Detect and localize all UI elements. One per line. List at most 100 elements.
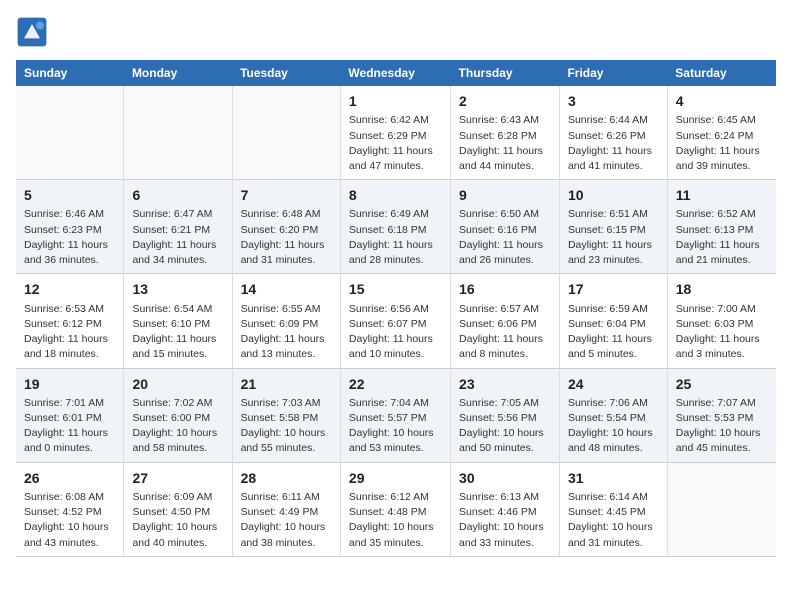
day-number: 26: [24, 468, 115, 488]
calendar-cell: 23Sunrise: 7:05 AM Sunset: 5:56 PM Dayli…: [451, 368, 560, 462]
calendar-cell: 1Sunrise: 6:42 AM Sunset: 6:29 PM Daylig…: [340, 86, 450, 180]
day-info: Sunrise: 6:57 AM Sunset: 6:06 PM Dayligh…: [459, 302, 551, 363]
calendar-cell: 17 Sunrise: 6:59 AM Sunset: 6:04 PM Dayli…: [559, 274, 667, 368]
page-header: [16, 16, 776, 48]
calendar-cell: 16 Sunrise: 6:57 AM Sunset: 6:06 PM Dayli…: [451, 274, 560, 368]
day-number: 29: [349, 468, 442, 488]
calendar-cell: [667, 462, 776, 556]
calendar-cell: 20Sunrise: 7:02 AM Sunset: 6:00 PM Dayli…: [124, 368, 232, 462]
day-info: Sunrise: 7:00 AM Sunset: 6:03 PM Dayligh…: [676, 302, 768, 363]
day-info: Sunrise: 6:11 AM Sunset: 4:49 PM Dayligh…: [241, 490, 332, 551]
weekday-header-monday: Monday: [124, 60, 232, 86]
day-info: Sunrise: 7:06 AM Sunset: 5:54 PM Dayligh…: [568, 396, 659, 457]
calendar-cell: 6Sunrise: 6:47 AM Sunset: 6:21 PM Daylig…: [124, 180, 232, 274]
calendar-cell: 25Sunrise: 7:07 AM Sunset: 5:53 PM Dayli…: [667, 368, 776, 462]
day-info: Sunrise: 7:02 AM Sunset: 6:00 PM Dayligh…: [132, 396, 223, 457]
day-number: 21: [241, 374, 332, 394]
day-info: Sunrise: 7:01 AM Sunset: 6:01 PM Dayligh…: [24, 396, 115, 457]
day-number: 19: [24, 374, 115, 394]
calendar-cell: 9Sunrise: 6:50 AM Sunset: 6:16 PM Daylig…: [451, 180, 560, 274]
day-info: Sunrise: 6:55 AM Sunset: 6:09 PM Dayligh…: [241, 302, 332, 363]
day-number: 31: [568, 468, 659, 488]
calendar-cell: 5Sunrise: 6:46 AM Sunset: 6:23 PM Daylig…: [16, 180, 124, 274]
day-number: 10: [568, 185, 659, 205]
day-number: 23: [459, 374, 551, 394]
day-info: Sunrise: 7:04 AM Sunset: 5:57 PM Dayligh…: [349, 396, 442, 457]
day-number: 1: [349, 91, 442, 111]
day-info: Sunrise: 6:47 AM Sunset: 6:21 PM Dayligh…: [132, 207, 223, 268]
day-number: 14: [241, 279, 332, 299]
day-number: 5: [24, 185, 115, 205]
day-number: 4: [676, 91, 768, 111]
day-number: 20: [132, 374, 223, 394]
calendar-cell: [16, 86, 124, 180]
day-info: Sunrise: 6:56 AM Sunset: 6:07 PM Dayligh…: [349, 302, 442, 363]
day-number: 15: [349, 279, 442, 299]
calendar-cell: 27Sunrise: 6:09 AM Sunset: 4:50 PM Dayli…: [124, 462, 232, 556]
day-number: 28: [241, 468, 332, 488]
calendar-cell: 18 Sunrise: 7:00 AM Sunset: 6:03 PM Dayli…: [667, 274, 776, 368]
day-info: Sunrise: 6:09 AM Sunset: 4:50 PM Dayligh…: [132, 490, 223, 551]
calendar-cell: 8Sunrise: 6:49 AM Sunset: 6:18 PM Daylig…: [340, 180, 450, 274]
calendar-table: SundayMondayTuesdayWednesdayThursdayFrid…: [16, 60, 776, 557]
calendar-cell: 31Sunrise: 6:14 AM Sunset: 4:45 PM Dayli…: [559, 462, 667, 556]
weekday-header-friday: Friday: [559, 60, 667, 86]
day-number: 6: [132, 185, 223, 205]
calendar-cell: 21Sunrise: 7:03 AM Sunset: 5:58 PM Dayli…: [232, 368, 340, 462]
calendar-week-1: 1Sunrise: 6:42 AM Sunset: 6:29 PM Daylig…: [16, 86, 776, 180]
calendar-cell: 13Sunrise: 6:54 AM Sunset: 6:10 PM Dayli…: [124, 274, 232, 368]
day-number: 22: [349, 374, 442, 394]
day-number: 25: [676, 374, 768, 394]
logo-icon: [16, 16, 48, 48]
day-info: Sunrise: 6:54 AM Sunset: 6:10 PM Dayligh…: [132, 302, 223, 363]
calendar-cell: 29Sunrise: 6:12 AM Sunset: 4:48 PM Dayli…: [340, 462, 450, 556]
day-info: Sunrise: 6:45 AM Sunset: 6:24 PM Dayligh…: [676, 113, 768, 174]
day-number: 7: [241, 185, 332, 205]
day-info: Sunrise: 6:43 AM Sunset: 6:28 PM Dayligh…: [459, 113, 551, 174]
calendar-cell: 30Sunrise: 6:13 AM Sunset: 4:46 PM Dayli…: [451, 462, 560, 556]
weekday-header-thursday: Thursday: [451, 60, 560, 86]
day-info: Sunrise: 7:05 AM Sunset: 5:56 PM Dayligh…: [459, 396, 551, 457]
day-info: Sunrise: 6:46 AM Sunset: 6:23 PM Dayligh…: [24, 207, 115, 268]
calendar-cell: 24Sunrise: 7:06 AM Sunset: 5:54 PM Dayli…: [559, 368, 667, 462]
day-info: Sunrise: 6:48 AM Sunset: 6:20 PM Dayligh…: [241, 207, 332, 268]
weekday-header-tuesday: Tuesday: [232, 60, 340, 86]
calendar-cell: [232, 86, 340, 180]
day-info: Sunrise: 6:14 AM Sunset: 4:45 PM Dayligh…: [568, 490, 659, 551]
weekday-header-saturday: Saturday: [667, 60, 776, 86]
calendar-week-5: 26Sunrise: 6:08 AM Sunset: 4:52 PM Dayli…: [16, 462, 776, 556]
day-info: Sunrise: 6:08 AM Sunset: 4:52 PM Dayligh…: [24, 490, 115, 551]
day-number: 18: [676, 279, 768, 299]
calendar-cell: 22Sunrise: 7:04 AM Sunset: 5:57 PM Dayli…: [340, 368, 450, 462]
day-info: Sunrise: 6:44 AM Sunset: 6:26 PM Dayligh…: [568, 113, 659, 174]
day-number: 8: [349, 185, 442, 205]
day-number: 12: [24, 279, 115, 299]
day-number: 17: [568, 279, 659, 299]
day-number: 30: [459, 468, 551, 488]
calendar-cell: 7Sunrise: 6:48 AM Sunset: 6:20 PM Daylig…: [232, 180, 340, 274]
day-info: Sunrise: 6:12 AM Sunset: 4:48 PM Dayligh…: [349, 490, 442, 551]
calendar-cell: 11Sunrise: 6:52 AM Sunset: 6:13 PM Dayli…: [667, 180, 776, 274]
calendar-cell: 28Sunrise: 6:11 AM Sunset: 4:49 PM Dayli…: [232, 462, 340, 556]
day-info: Sunrise: 6:53 AM Sunset: 6:12 PM Dayligh…: [24, 302, 115, 363]
logo: [16, 16, 52, 48]
day-info: Sunrise: 6:50 AM Sunset: 6:16 PM Dayligh…: [459, 207, 551, 268]
calendar-cell: 10Sunrise: 6:51 AM Sunset: 6:15 PM Dayli…: [559, 180, 667, 274]
calendar-cell: 12 Sunrise: 6:53 AM Sunset: 6:12 PM Dayli…: [16, 274, 124, 368]
calendar-cell: 15 Sunrise: 6:56 AM Sunset: 6:07 PM Dayli…: [340, 274, 450, 368]
day-info: Sunrise: 7:07 AM Sunset: 5:53 PM Dayligh…: [676, 396, 768, 457]
day-number: 11: [676, 185, 768, 205]
day-number: 2: [459, 91, 551, 111]
day-info: Sunrise: 6:59 AM Sunset: 6:04 PM Dayligh…: [568, 302, 659, 363]
day-info: Sunrise: 6:51 AM Sunset: 6:15 PM Dayligh…: [568, 207, 659, 268]
day-info: Sunrise: 6:52 AM Sunset: 6:13 PM Dayligh…: [676, 207, 768, 268]
day-number: 9: [459, 185, 551, 205]
day-number: 3: [568, 91, 659, 111]
day-info: Sunrise: 6:13 AM Sunset: 4:46 PM Dayligh…: [459, 490, 551, 551]
calendar-cell: 4Sunrise: 6:45 AM Sunset: 6:24 PM Daylig…: [667, 86, 776, 180]
day-number: 16: [459, 279, 551, 299]
calendar-week-4: 19Sunrise: 7:01 AM Sunset: 6:01 PM Dayli…: [16, 368, 776, 462]
calendar-cell: 2Sunrise: 6:43 AM Sunset: 6:28 PM Daylig…: [451, 86, 560, 180]
calendar-cell: 14 Sunrise: 6:55 AM Sunset: 6:09 PM Dayli…: [232, 274, 340, 368]
day-info: Sunrise: 6:49 AM Sunset: 6:18 PM Dayligh…: [349, 207, 442, 268]
